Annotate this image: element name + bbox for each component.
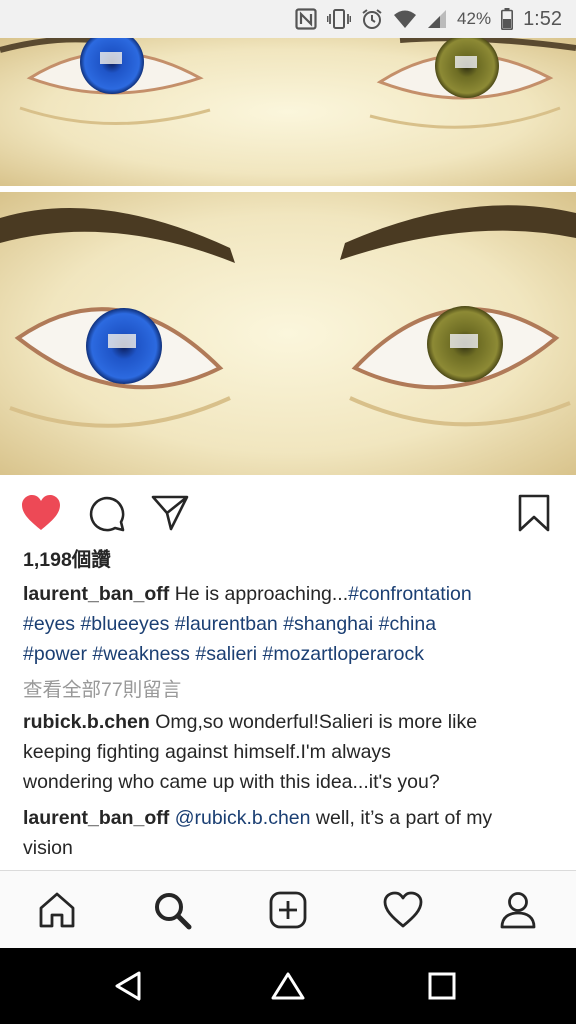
hashtag[interactable]: #confrontation [348,583,472,605]
alarm-icon [361,8,383,30]
recents-icon[interactable] [422,966,462,1006]
caption: laurent_ban_off He is approaching...#con… [23,579,553,669]
comment-username[interactable]: rubick.b.chen [23,711,150,733]
battery-icon [501,8,514,30]
comment-text: Omg,so wonderful!Salieri is more like [155,711,478,733]
add-post-icon[interactable] [265,887,311,933]
nfc-icon [295,8,317,30]
bookmark-icon[interactable] [514,493,554,533]
status-bar: 42% 1:52 [0,0,576,38]
signal-icon [427,9,447,29]
bottom-navigation [0,870,576,948]
battery-percent: 42% [457,9,492,28]
comment: rubick.b.chen Omg,so wonderful!Salieri i… [23,707,553,797]
direct-share-icon[interactable] [150,493,190,533]
vibrate-icon [327,8,352,30]
home-icon[interactable] [34,887,80,933]
caption-username[interactable]: laurent_ban_off [23,583,169,605]
comment-text: vision [23,837,73,859]
back-icon[interactable] [108,966,148,1006]
view-all-comments-link[interactable]: 查看全部77則留言 [23,675,553,705]
hashtag-line[interactable]: #eyes #blueeyes #laurentban #shanghai #c… [23,609,553,639]
post-image[interactable] [0,38,576,475]
post-actions [0,475,576,547]
wifi-icon [393,9,417,29]
like-count[interactable]: 1,198個讚 [23,545,553,575]
comment: laurent_ban_off @rubick.b.chen well, it’… [23,803,553,863]
system-navigation-bar [0,948,576,1024]
comment-icon[interactable] [86,493,126,533]
caption-text: He is approaching... [174,583,349,605]
comment-mention[interactable]: @rubick.b.chen [175,807,311,829]
home-icon[interactable] [268,966,308,1006]
eyes-photo [0,38,576,475]
heart-icon[interactable] [21,493,61,533]
comment-text: wondering who came up with this idea...i… [23,771,440,793]
hashtag-line[interactable]: #power #weakness #salieri #mozartloperar… [23,639,553,669]
profile-icon[interactable] [495,887,541,933]
activity-icon[interactable] [380,887,426,933]
comment-text: well, it’s a part of my [315,807,493,829]
status-time: 1:52 [523,7,562,30]
search-icon[interactable] [149,887,195,933]
comment-username[interactable]: laurent_ban_off [23,807,169,829]
comment-text: keeping fighting against himself.I'm alw… [23,741,391,763]
